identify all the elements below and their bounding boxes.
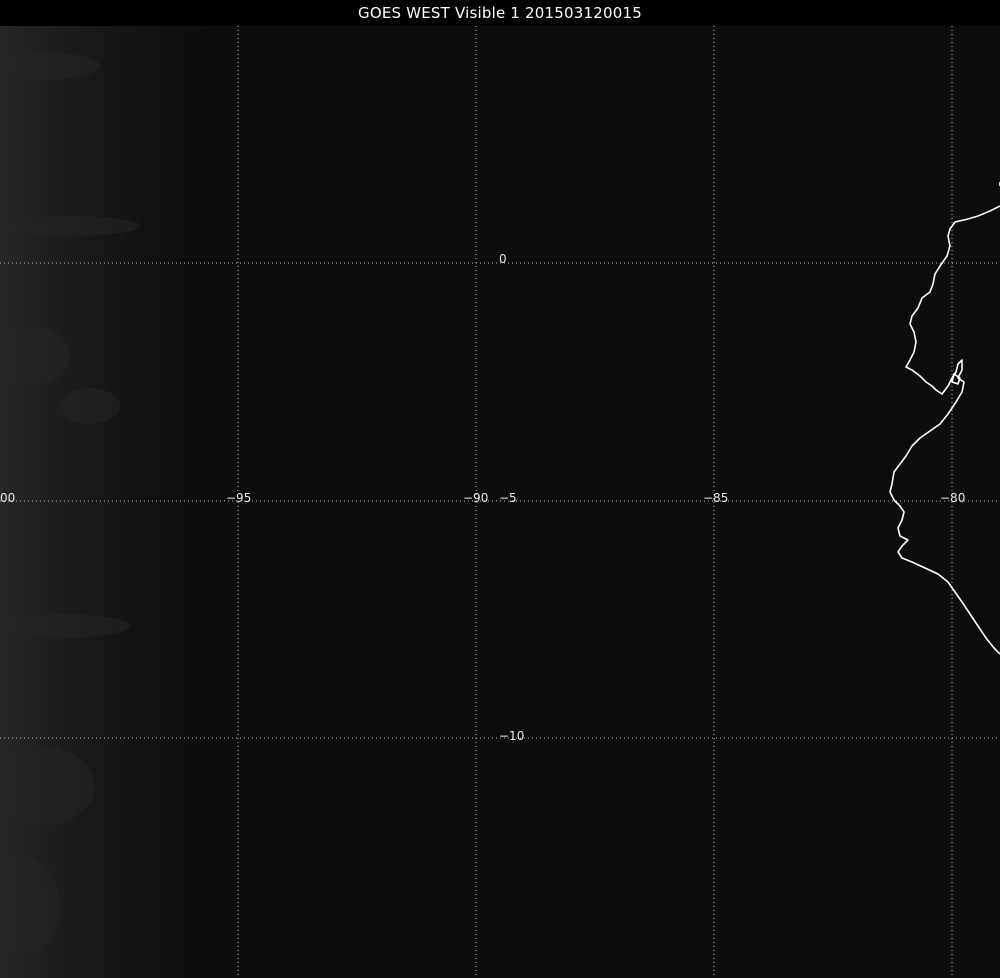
latitude-label-minus10: −10 [499, 729, 524, 743]
satellite-map: 0 −5 −10 00 −95 −90 −85 −80 [0, 26, 1000, 978]
longitude-label-minus85: −85 [703, 491, 728, 505]
longitude-label-minus100: 00 [0, 491, 15, 505]
longitude-label-minus90: −90 [463, 491, 488, 505]
image-title: GOES WEST Visible 1 201503120015 [0, 0, 1000, 26]
longitude-label-minus80: −80 [940, 491, 965, 505]
longitude-label-minus95: −95 [226, 491, 251, 505]
latitude-label-minus5: −5 [499, 491, 517, 505]
map-canvas: 0 −5 −10 00 −95 −90 −85 −80 [0, 26, 1000, 978]
latitude-label-0: 0 [499, 252, 507, 266]
